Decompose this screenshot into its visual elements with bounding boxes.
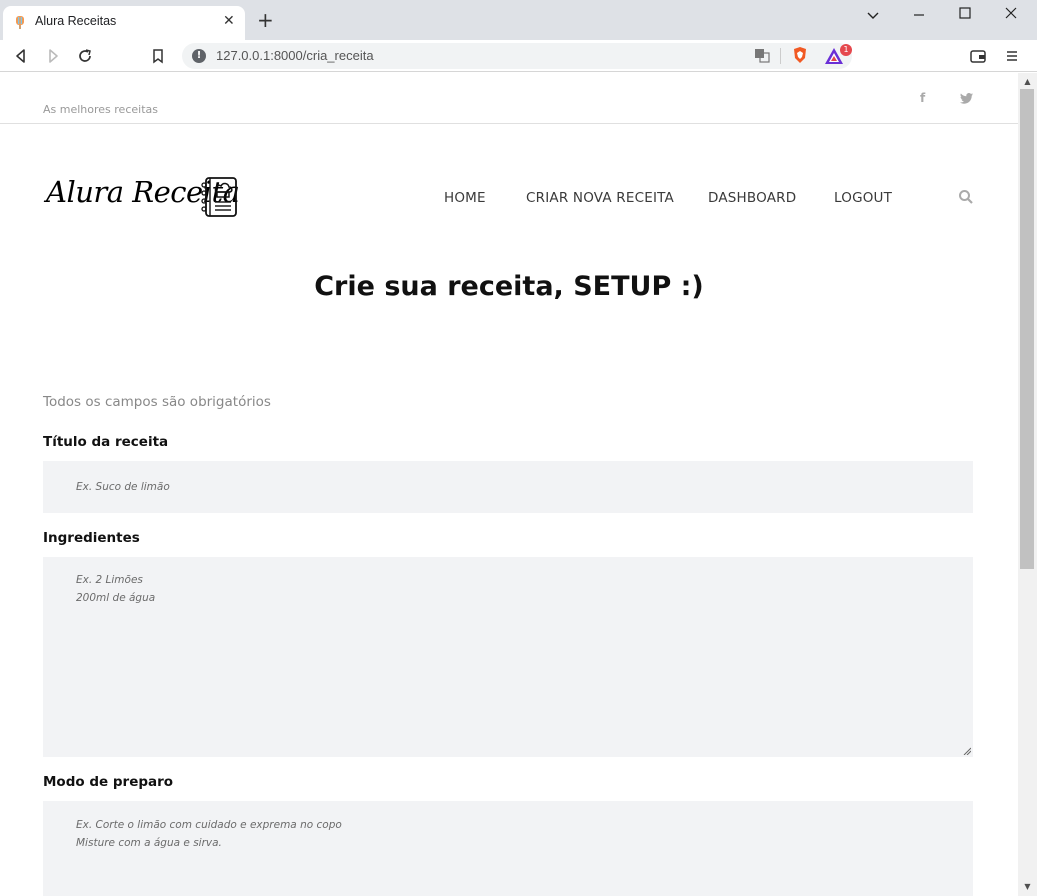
browser-toolbar: ! 127.0.0.1:8000/cria_receita 1	[0, 40, 1037, 72]
scrollbar[interactable]: ▲ ▼	[1018, 73, 1037, 896]
browser-tab[interactable]: Alura Receitas ✕	[3, 6, 245, 40]
bookmark-icon[interactable]	[148, 46, 168, 66]
page-viewport: As melhores receitas f Alura Receita HOM…	[0, 73, 1018, 896]
scroll-down-icon[interactable]: ▼	[1018, 880, 1037, 894]
titulo-input[interactable]: Ex. Suco de limão	[43, 461, 973, 513]
modo-label: Modo de preparo	[43, 774, 174, 790]
titulo-placeholder: Ex. Suco de limão	[76, 481, 170, 493]
omnibox-divider	[780, 48, 781, 64]
back-icon[interactable]	[11, 46, 31, 66]
nav-home[interactable]: HOME	[444, 190, 486, 206]
brave-shield-icon[interactable]	[792, 46, 808, 64]
facebook-icon[interactable]: f	[920, 91, 925, 105]
scroll-up-icon[interactable]: ▲	[1018, 75, 1037, 89]
reload-icon[interactable]	[75, 46, 95, 66]
close-tab-icon[interactable]: ✕	[223, 13, 235, 29]
ingredientes-textarea[interactable]: Ex. 2 Limões 200ml de água	[43, 557, 973, 757]
ingredientes-placeholder-line2: 200ml de água	[76, 592, 156, 604]
forward-icon[interactable]	[43, 46, 63, 66]
scroll-thumb[interactable]	[1020, 89, 1034, 569]
modo-placeholder-line2: Misture com a água e sirva.	[76, 837, 222, 849]
nav-dashboard[interactable]: DASHBOARD	[708, 190, 796, 206]
translate-icon[interactable]	[754, 47, 770, 63]
address-bar[interactable]: ! 127.0.0.1:8000/cria_receita 1	[182, 43, 852, 69]
site-tagline: As melhores receitas	[43, 103, 158, 116]
page-title: Crie sua receita, SETUP :)	[314, 271, 704, 302]
maximize-icon[interactable]	[950, 4, 980, 26]
ingredientes-label: Ingredientes	[43, 530, 140, 546]
tab-title: Alura Receitas	[35, 14, 117, 28]
modo-textarea[interactable]: Ex. Corte o limão com cuidado e exprema …	[43, 801, 973, 896]
titulo-label: Título da receita	[43, 434, 169, 450]
resize-grip-icon[interactable]	[963, 747, 971, 755]
close-window-icon[interactable]	[996, 4, 1026, 26]
twitter-icon[interactable]	[960, 93, 973, 104]
nav-logout[interactable]: LOGOUT	[834, 190, 892, 206]
ingredientes-placeholder-line1: Ex. 2 Limões	[76, 574, 143, 586]
top-bar: As melhores receitas f	[0, 73, 1018, 124]
menu-icon[interactable]	[1002, 46, 1022, 66]
popsicle-favicon-icon	[16, 16, 24, 29]
rewards-badge: 1	[840, 44, 852, 56]
site-info-icon[interactable]: !	[192, 49, 206, 63]
required-fields-note: Todos os campos são obrigatórios	[43, 394, 271, 410]
modo-placeholder-line1: Ex. Corte o limão com cuidado e exprema …	[76, 819, 342, 831]
tab-strip: Alura Receitas ✕ +	[0, 0, 1037, 40]
new-tab-button[interactable]: +	[257, 9, 274, 31]
nav-criar-nova-receita[interactable]: CRIAR NOVA RECEITA	[526, 190, 674, 206]
tab-search-chevron-icon[interactable]	[858, 4, 888, 26]
url-text[interactable]: 127.0.0.1:8000/cria_receita	[216, 48, 374, 63]
search-icon[interactable]	[958, 189, 974, 205]
minimize-icon[interactable]	[904, 4, 934, 26]
recipe-book-icon	[201, 177, 237, 217]
wallet-icon[interactable]	[968, 46, 988, 66]
